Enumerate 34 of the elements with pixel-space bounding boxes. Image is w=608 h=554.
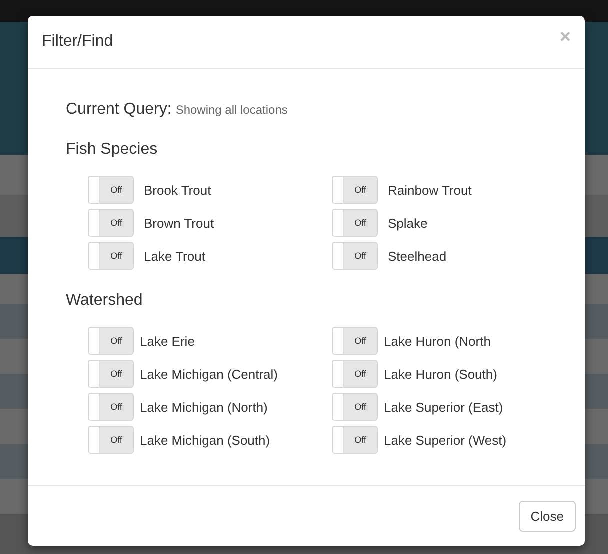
toggle-label: Lake Michigan (North) [140,400,268,414]
toggle-label: Brook Trout [144,182,212,198]
toggle-label: Lake Michigan (Central) [140,366,278,382]
toggle-label: Rainbow Trout [388,182,472,198]
toggle-label: Splake [388,216,428,230]
toggle-label: Lake Trout [144,248,206,264]
toggle-switch[interactable]: Off [332,360,378,388]
query-label: Current Query: [66,101,172,118]
toggle-label: Brown Trout [144,216,214,230]
toggle-switch[interactable]: Off [332,426,378,454]
toggle-switch[interactable]: Off [88,360,134,388]
toggle-switch[interactable]: Off [88,426,134,454]
toggle-switch[interactable]: Off [88,176,134,204]
toggle-switch[interactable]: Off [332,209,378,237]
toggle-label: Lake Superior (East) [384,400,504,414]
toggle-label: Lake Huron (South) [384,366,498,382]
toggle-label: Lake Michigan (South) [140,432,270,448]
toggle-switch[interactable]: Off [88,209,134,237]
toggle-switch[interactable]: Off [332,393,378,421]
toggle-switch[interactable]: Off [88,327,134,355]
toggle-label: Lake Huron (North [384,334,491,348]
toggle-label: Lake Erie [140,334,195,348]
section-heading: Watershed [66,292,144,310]
query-value: Showing all locations [176,103,288,117]
toggle-switch[interactable]: Off [88,393,134,421]
section-heading: Fish Species [66,141,159,159]
toggle-label: Steelhead [388,248,447,264]
toggle-switch[interactable]: Off [332,327,378,355]
toggle-switch[interactable]: Off [332,242,378,270]
toggle-switch[interactable]: Off [332,176,378,204]
close-button[interactable]: Close [518,500,576,532]
dialog-title: Filter/Find [42,33,114,51]
toggle-label: Lake Superior (West) [384,432,507,448]
toggle-switch[interactable]: Off [88,242,134,270]
